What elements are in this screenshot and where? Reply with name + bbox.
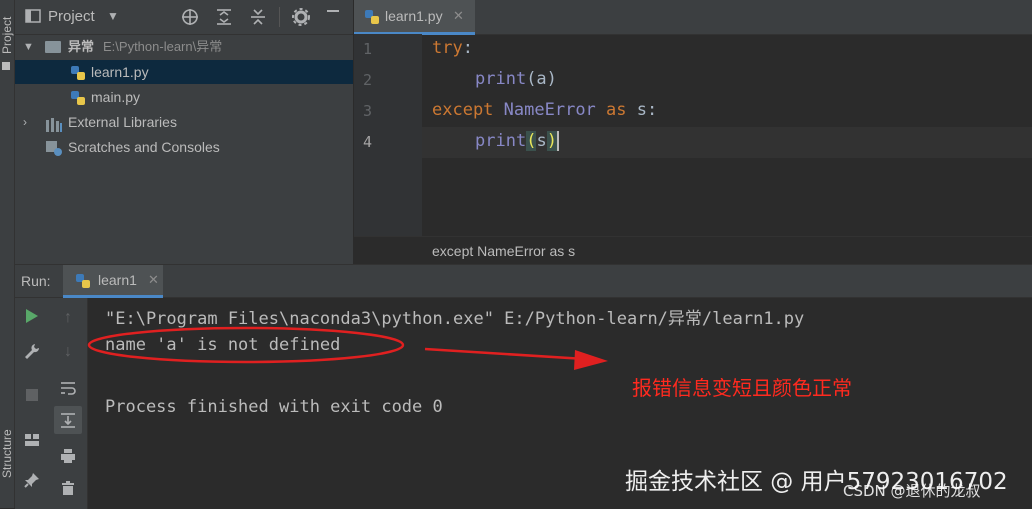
- annotation-ellipse: [87, 326, 405, 364]
- watermark-sub: CSDN @退休的龙叔: [843, 482, 981, 500]
- annotation-overlay: [87, 326, 608, 370]
- annotation-arrow-head: [574, 350, 608, 370]
- annotation-arrow-line: [424, 347, 586, 361]
- annotation-text: 报错信息变短且颜色正常: [632, 376, 852, 400]
